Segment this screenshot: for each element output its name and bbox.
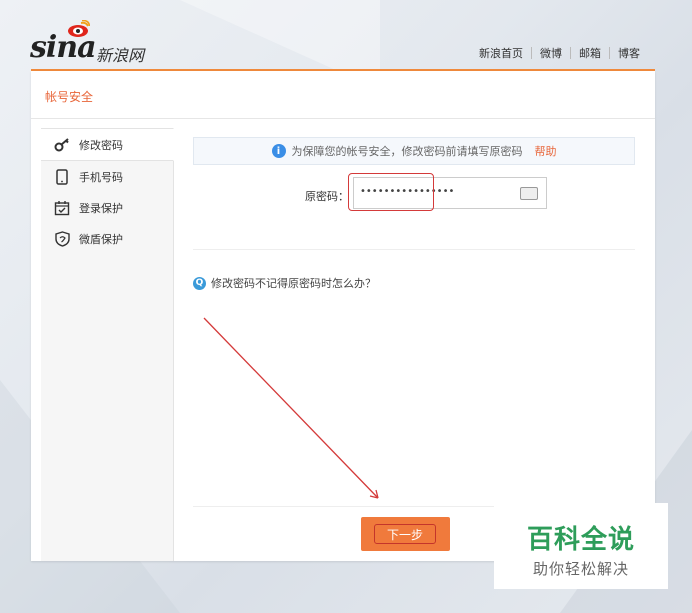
old-password-label: 原密码： <box>305 190 349 203</box>
section-divider <box>193 249 635 250</box>
panel-title: 帐号安全 <box>45 90 94 104</box>
next-step-label: 下一步 <box>374 524 436 544</box>
nav-link-mail[interactable]: 邮箱 <box>571 45 609 61</box>
sidebar-item-label: 微盾保护 <box>79 232 123 246</box>
sidebar-item-login-protect[interactable]: 登录保护 <box>41 192 173 223</box>
sidebar-item-change-password[interactable]: 修改密码 <box>41 128 174 161</box>
top-navigation: 新浪首页 微博 邮箱 博客 <box>471 45 648 61</box>
main-content: i 为保障您的帐号安全，修改密码前请填写原密码 帮助 原密码： ••••••••… <box>193 137 635 290</box>
question-icon: Q <box>193 276 206 290</box>
sidebar: 修改密码 手机号码 登录保护 微盾保护 <box>41 128 174 561</box>
sidebar-item-weidun[interactable]: 微盾保护 <box>41 223 173 254</box>
watermark-title: 百科全说 <box>526 525 635 555</box>
nav-link-blog[interactable]: 博客 <box>610 45 648 61</box>
notice-text: 为保障您的帐号安全，修改密码前请填写原密码 <box>291 145 523 158</box>
forgot-password-link[interactable]: Q 修改密码不记得原密码时怎么办？ <box>193 275 376 291</box>
sidebar-item-label: 修改密码 <box>79 138 123 152</box>
logo-text-latin: sina <box>30 30 97 65</box>
keyboard-icon[interactable] <box>520 187 538 200</box>
login-protect-icon <box>53 199 71 217</box>
info-icon: i <box>271 144 286 158</box>
key-icon <box>53 136 71 154</box>
account-security-panel: 帐号安全 修改密码 手机号码 登录保护 微盾保护 i 为保障您的帐号安全，修改密… <box>31 71 655 561</box>
security-notice: i 为保障您的帐号安全，修改密码前请填写原密码 帮助 <box>193 137 635 165</box>
old-password-row: 原密码： •••••••••••••••• <box>193 173 635 211</box>
help-link[interactable]: 帮助 <box>535 143 557 159</box>
nav-link-weibo[interactable]: 微博 <box>532 45 570 61</box>
shield-icon <box>53 230 71 248</box>
watermark-subtitle: 助你轻松解决 <box>532 560 629 578</box>
phone-icon <box>53 168 71 186</box>
forgot-text: 修改密码不记得原密码时怎么办？ <box>211 277 376 290</box>
sidebar-item-label: 登录保护 <box>79 201 123 215</box>
sidebar-item-label: 手机号码 <box>79 170 123 184</box>
next-step-button[interactable]: 下一步 <box>361 517 450 551</box>
watermark: 百科全说 助你轻松解决 <box>494 503 668 589</box>
annotation-highlight-box <box>348 173 434 211</box>
sidebar-item-phone[interactable]: 手机号码 <box>41 161 173 192</box>
title-divider <box>31 118 655 119</box>
sina-logo[interactable]: sina 新浪网 <box>30 18 170 66</box>
nav-link-home[interactable]: 新浪首页 <box>471 45 531 61</box>
logo-text-chinese: 新浪网 <box>96 46 145 65</box>
